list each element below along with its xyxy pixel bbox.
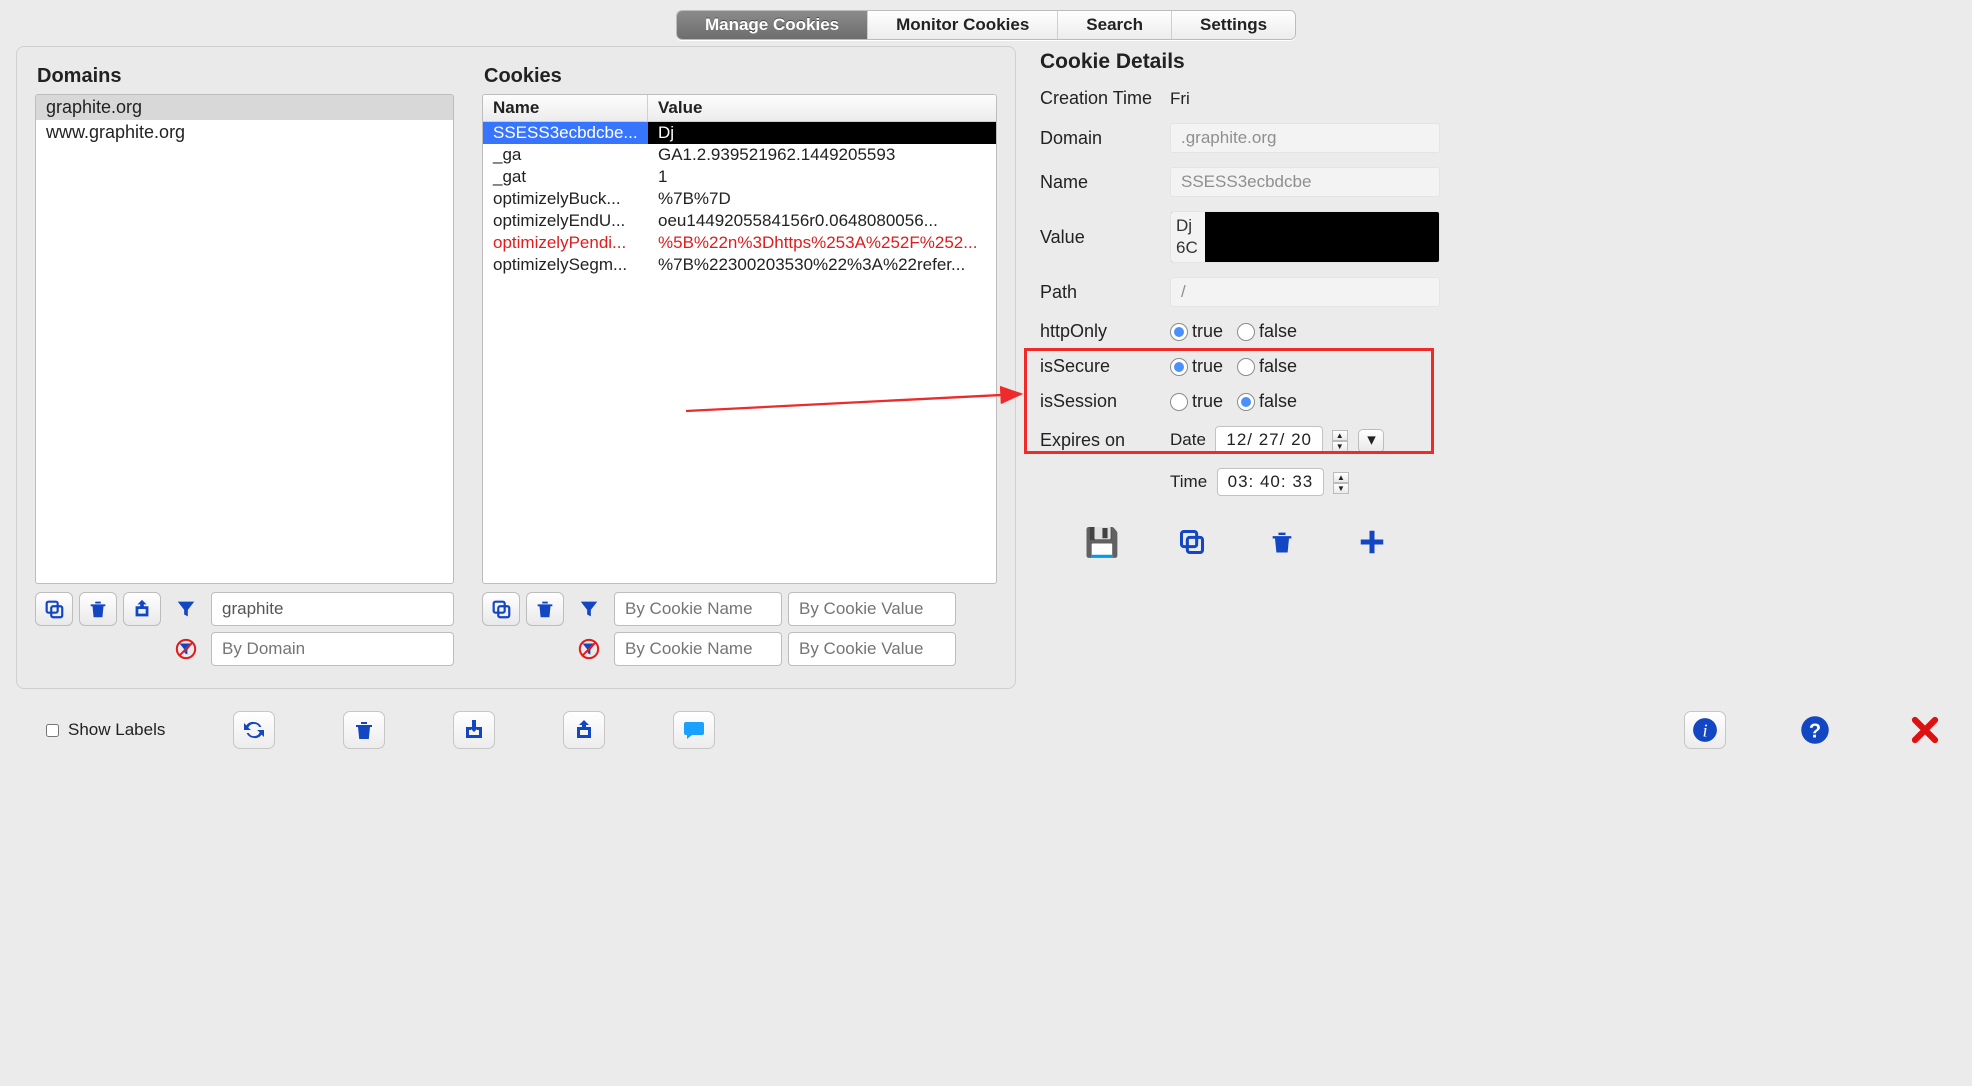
domain-label: Domain [1040,128,1170,149]
cookie-row[interactable]: optimizelyEndU...oeu1449205584156r0.0648… [483,210,996,232]
col-value[interactable]: Value [648,95,996,121]
issecure-false-radio[interactable]: false [1237,356,1297,377]
svg-text:?: ? [1809,721,1821,743]
httponly-label: httpOnly [1040,321,1170,342]
cookies-delete-button[interactable] [526,592,564,626]
issession-true-radio[interactable]: true [1170,391,1223,412]
help-button[interactable]: ? [1794,711,1836,749]
cookies-table[interactable]: Name Value SSESS3ecbdcbe...Dj_gaGA1.2.93… [482,94,997,584]
expires-time-input[interactable]: 03: 40: 33 [1217,468,1325,496]
domains-export-button[interactable] [123,592,161,626]
domain-filter-input[interactable] [211,592,454,626]
date-stepper[interactable]: ▲▼ [1332,430,1348,452]
cookie-row[interactable]: _gaGA1.2.939521962.1449205593 [483,144,996,166]
delete-cookie-button[interactable] [1264,524,1300,560]
creation-time-value: Fri [1170,89,1956,109]
cookie-value-filter2-input[interactable] [788,632,956,666]
close-button[interactable] [1904,711,1946,749]
tab-settings[interactable]: Settings [1172,11,1295,39]
domains-list[interactable]: graphite.orgwww.graphite.org [35,94,454,584]
refresh-button[interactable] [233,711,275,749]
path-label: Path [1040,282,1170,303]
issession-false-radio[interactable]: false [1237,391,1297,412]
cookie-value-filter-input[interactable] [788,592,956,626]
time-stepper[interactable]: ▲▼ [1333,472,1349,494]
expires-date-input[interactable]: 12/ 27/ 20 [1215,426,1323,454]
domain-field[interactable]: .graphite.org [1170,123,1440,153]
filter-disabled-icon[interactable] [167,632,205,666]
cookie-row[interactable]: optimizelyBuck...%7B%7D [483,188,996,210]
domain-item[interactable]: www.graphite.org [36,120,453,145]
issecure-label: isSecure [1040,356,1170,377]
domains-delete-button[interactable] [79,592,117,626]
tab-monitor-cookies[interactable]: Monitor Cookies [868,11,1058,39]
export-all-button[interactable] [563,711,605,749]
cookie-name-filter2-input[interactable] [614,632,782,666]
copy-cookie-button[interactable] [1174,524,1210,560]
save-cookie-button[interactable]: 💾 [1084,524,1120,560]
tab-search[interactable]: Search [1058,11,1172,39]
value-label: Value [1040,227,1170,248]
delete-all-button[interactable] [343,711,385,749]
cookies-copy-button[interactable] [482,592,520,626]
domain-item[interactable]: graphite.org [36,95,453,120]
add-cookie-button[interactable] [1354,524,1390,560]
cookie-filter-disabled-icon[interactable] [570,632,608,666]
cookie-filter-icon[interactable] [570,592,608,626]
cookie-details-heading: Cookie Details [1040,50,1956,74]
name-label: Name [1040,172,1170,193]
domain-filter2-input[interactable] [211,632,454,666]
time-label: Time [1170,472,1207,491]
expires-label: Expires on [1040,430,1170,451]
httponly-true-radio[interactable]: true [1170,321,1223,342]
issecure-true-radio[interactable]: true [1170,356,1223,377]
name-field[interactable]: SSESS3ecbdcbe [1170,167,1440,197]
issession-label: isSession [1040,391,1170,412]
floppy-icon: 💾 [1085,526,1120,559]
filter-icon[interactable] [167,592,205,626]
domains-heading: Domains [37,65,454,88]
cookies-heading: Cookies [484,65,997,88]
cookie-name-filter-input[interactable] [614,592,782,626]
date-dropdown[interactable]: ▾ [1358,429,1384,453]
info-button[interactable]: i [1684,711,1726,749]
import-button[interactable] [453,711,495,749]
cookie-row[interactable]: _gat1 [483,166,996,188]
cookie-row[interactable]: optimizelySegm...%7B%22300203530%22%3A%2… [483,254,996,276]
cookie-row[interactable]: SSESS3ecbdcbe...Dj [483,122,996,144]
svg-text:i: i [1702,721,1707,741]
tab-manage-cookies[interactable]: Manage Cookies [677,11,868,39]
feedback-button[interactable] [673,711,715,749]
show-labels-checkbox[interactable]: Show Labels [42,720,165,740]
path-field[interactable]: / [1170,277,1440,307]
col-name[interactable]: Name [483,95,648,121]
main-tabbar: Manage Cookies Monitor Cookies Search Se… [676,10,1296,40]
value-field[interactable]: Dj 6C [1170,211,1440,263]
httponly-false-radio[interactable]: false [1237,321,1297,342]
date-label: Date [1170,430,1206,449]
creation-time-label: Creation Time [1040,88,1170,109]
cookie-row[interactable]: optimizelyPendi...%5B%22n%3Dhttps%253A%2… [483,232,996,254]
domains-copy-button[interactable] [35,592,73,626]
